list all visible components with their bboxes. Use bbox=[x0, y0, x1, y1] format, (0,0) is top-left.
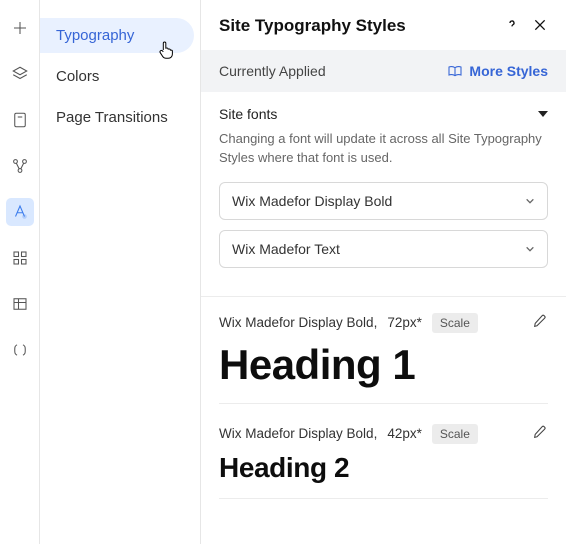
sidemenu-item-typography[interactable]: Typography bbox=[40, 18, 194, 53]
site-fonts-section: Site fonts Changing a font will update i… bbox=[201, 92, 566, 297]
site-fonts-title: Site fonts bbox=[219, 106, 277, 122]
close-icon[interactable] bbox=[532, 17, 548, 36]
help-icon[interactable] bbox=[504, 17, 520, 36]
style-font: Wix Madefor Display Bold bbox=[219, 426, 377, 441]
text-style-icon[interactable] bbox=[6, 198, 34, 226]
code-icon[interactable] bbox=[6, 336, 34, 364]
edit-icon[interactable] bbox=[532, 424, 548, 443]
scale-chip[interactable]: Scale bbox=[432, 424, 478, 444]
structure-icon[interactable] bbox=[6, 152, 34, 180]
apps-icon[interactable] bbox=[6, 244, 34, 272]
style-size: 42px* bbox=[387, 426, 422, 441]
edit-icon[interactable] bbox=[532, 313, 548, 332]
typography-submenu: Typography Colors Page Transitions bbox=[40, 0, 200, 544]
site-font-1-label: Wix Madefor Display Bold bbox=[232, 193, 392, 209]
typography-panel: Site Typography Styles Currently Applied… bbox=[200, 0, 566, 544]
sidemenu-label: Colors bbox=[56, 68, 99, 85]
sidemenu-item-colors[interactable]: Colors bbox=[40, 59, 194, 94]
more-styles-link[interactable]: More Styles bbox=[447, 63, 548, 79]
book-icon bbox=[447, 64, 463, 78]
heading-1-sample: Heading 1 bbox=[219, 341, 548, 389]
style-font: Wix Madefor Display Bold bbox=[219, 315, 377, 330]
heading-1-row: Wix Madefor Display Bold 72px* Scale Hea… bbox=[201, 297, 566, 408]
site-font-2-label: Wix Madefor Text bbox=[232, 241, 340, 257]
chevron-down-icon bbox=[525, 196, 535, 206]
more-styles-label: More Styles bbox=[469, 63, 548, 79]
panel-title: Site Typography Styles bbox=[219, 16, 406, 36]
currently-applied-label: Currently Applied bbox=[219, 63, 326, 79]
section-collapse-icon[interactable] bbox=[538, 106, 548, 122]
sidemenu-label: Page Transitions bbox=[56, 109, 168, 126]
site-fonts-hint: Changing a font will update it across al… bbox=[219, 130, 548, 168]
heading-2-sample: Heading 2 bbox=[219, 452, 548, 484]
table-icon[interactable] bbox=[6, 290, 34, 318]
content-icon[interactable] bbox=[6, 106, 34, 134]
site-font-dropdown-1[interactable]: Wix Madefor Display Bold bbox=[219, 182, 548, 220]
site-font-dropdown-2[interactable]: Wix Madefor Text bbox=[219, 230, 548, 268]
heading-2-row: Wix Madefor Display Bold 42px* Scale Hea… bbox=[201, 408, 566, 503]
plus-icon[interactable] bbox=[6, 14, 34, 42]
currently-applied-bar: Currently Applied More Styles bbox=[201, 50, 566, 92]
panel-header: Site Typography Styles bbox=[201, 0, 566, 50]
scale-chip[interactable]: Scale bbox=[432, 313, 478, 333]
chevron-down-icon bbox=[525, 244, 535, 254]
layers-icon[interactable] bbox=[6, 60, 34, 88]
tool-rail bbox=[0, 0, 40, 544]
sidemenu-item-page-transitions[interactable]: Page Transitions bbox=[40, 100, 194, 135]
sidemenu-label: Typography bbox=[56, 27, 134, 44]
style-size: 72px* bbox=[387, 315, 422, 330]
